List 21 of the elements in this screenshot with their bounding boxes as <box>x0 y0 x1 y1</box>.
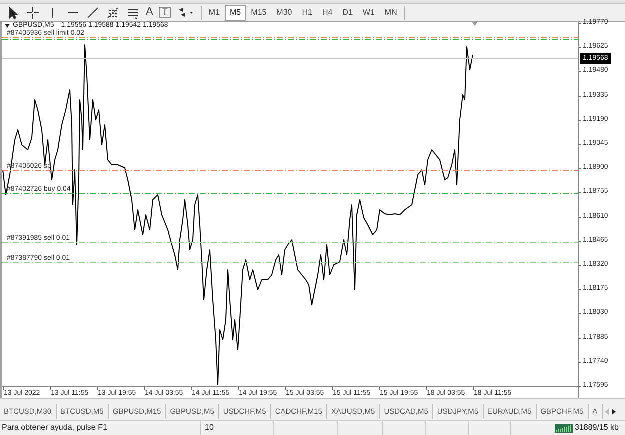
timeframe-button[interactable]: D1 <box>338 4 358 20</box>
timeframe-button[interactable]: H4 <box>317 4 338 20</box>
timeframe-button[interactable]: M5 <box>224 4 246 20</box>
timeframe-button[interactable]: W1 <box>358 4 380 20</box>
timeframe-button[interactable]: MN <box>380 4 402 20</box>
arrows-dropdown-icon[interactable] <box>176 6 195 20</box>
crosshair-icon[interactable] <box>26 6 40 20</box>
help-text: Para obtener ayuda, pulse F1 <box>1 424 108 432</box>
status-field: 10 <box>200 421 273 435</box>
connection-bars-icon <box>554 424 573 432</box>
fibonacci-icon[interactable] <box>106 6 120 20</box>
text-tool[interactable]: A <box>146 7 154 18</box>
scroll-right-icon[interactable] <box>612 408 616 414</box>
timeframe-button[interactable]: M30 <box>272 4 298 20</box>
trend-line-icon[interactable] <box>86 6 100 20</box>
timeframe-button[interactable]: M1 <box>204 4 225 20</box>
timeframe-button[interactable]: M15 <box>246 4 272 20</box>
collapse-triangle-icon[interactable] <box>5 24 10 28</box>
traffic-text: 31889/15 kb <box>574 424 619 432</box>
text-label-tool[interactable]: T <box>159 7 171 18</box>
timeframe-button[interactable]: H1 <box>297 4 318 20</box>
